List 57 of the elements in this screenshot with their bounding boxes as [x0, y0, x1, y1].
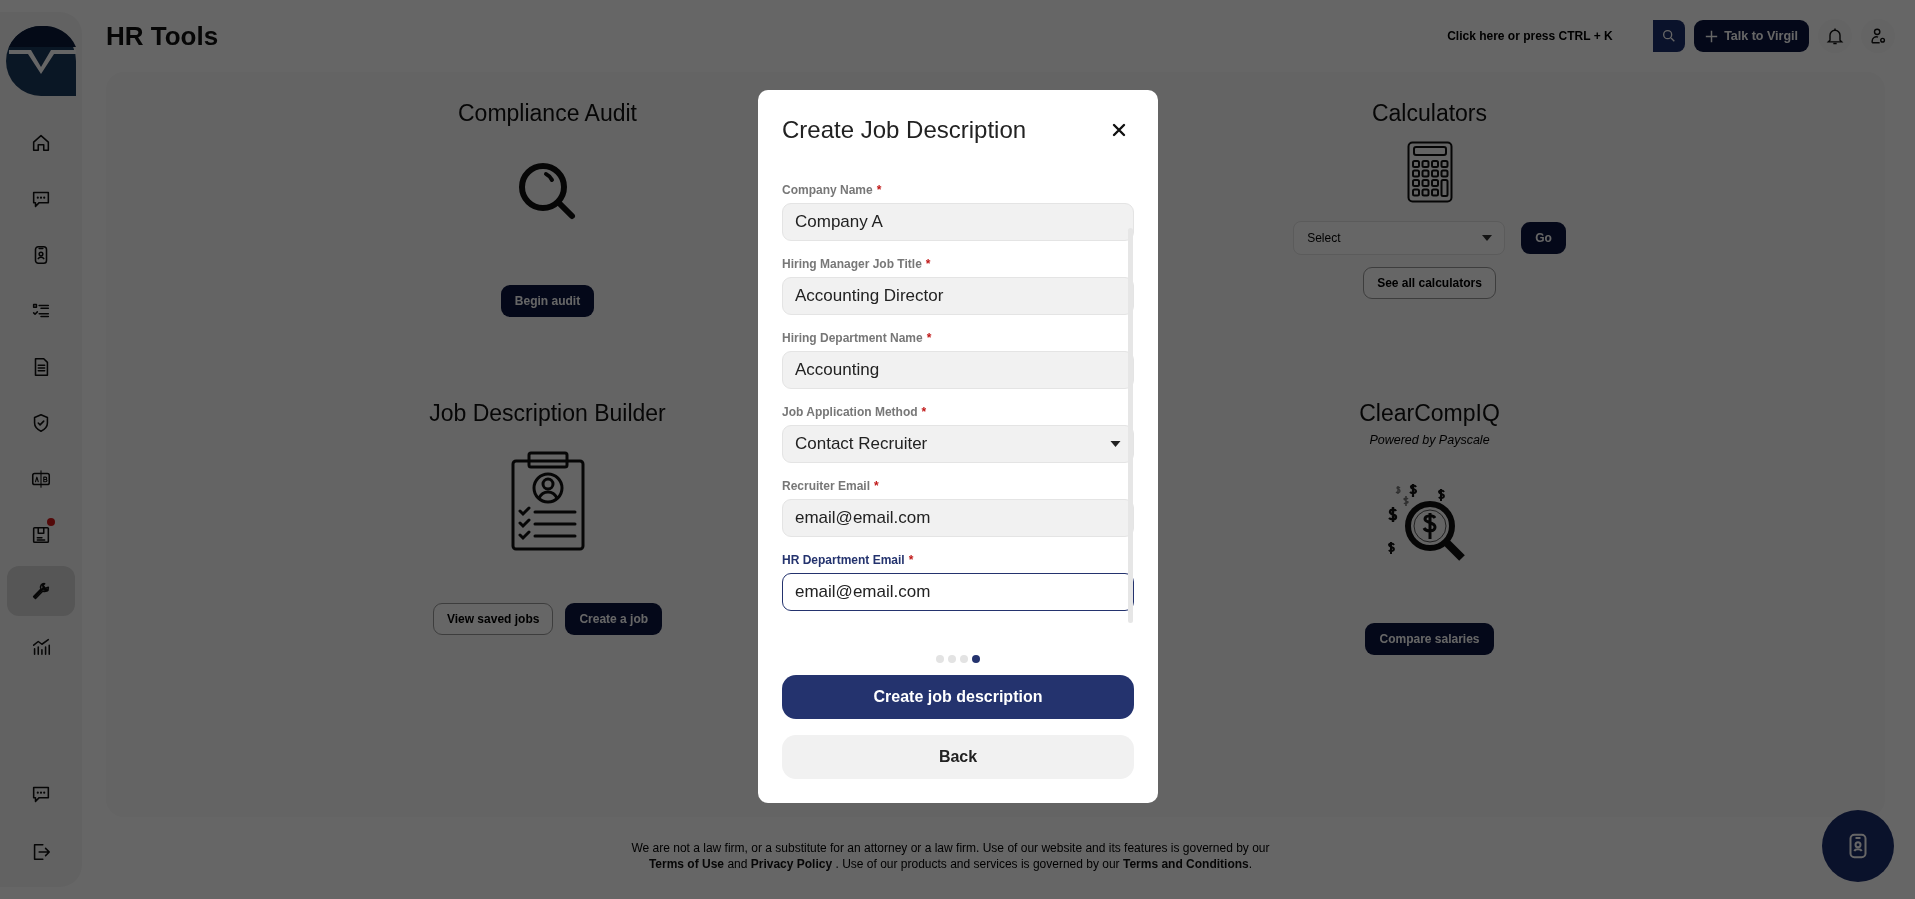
chart-icon [30, 636, 52, 658]
field-label: Company Name * [782, 183, 883, 197]
disclaimer-text: We are not a law firm, or a substitute for an attorney or a law firm. Use of our website and its features is governed by our [631, 841, 1270, 855]
page-title: HR Tools [106, 20, 219, 52]
bell-icon [1825, 26, 1845, 46]
calculator-icon [1406, 141, 1453, 203]
select-field[interactable]: Contact Recruiter [782, 425, 1134, 463]
required-mark: * [925, 257, 931, 271]
input-field[interactable]: email@email.com [782, 499, 1134, 537]
input-field[interactable]: Accounting [782, 351, 1134, 389]
field-label: Job Application Method * [782, 405, 928, 419]
input-field[interactable]: Accounting Director [782, 277, 1134, 315]
plus-icon [1705, 29, 1719, 43]
home-icon [30, 132, 52, 154]
card-title: ClearCompIQ [1359, 400, 1500, 427]
card-title: Calculators [1371, 100, 1487, 127]
search-button[interactable] [1653, 20, 1686, 52]
clipboard-icon [510, 451, 585, 551]
required-mark: * [874, 479, 879, 493]
logo-icon [6, 26, 76, 96]
required-mark: * [926, 331, 932, 345]
wrench-icon [30, 580, 52, 602]
talk-button[interactable]: Talk to Virgil [1694, 20, 1809, 52]
footer-link[interactable]: Terms of Use [648, 857, 725, 871]
caret-icon [1482, 235, 1493, 241]
compare-icon [30, 468, 52, 490]
required-mark: * [876, 183, 882, 197]
card-subtitle: Powered by Payscale [1369, 433, 1490, 447]
go-button[interactable]: Go [1521, 222, 1566, 254]
field-label: HR Department Email * [782, 553, 915, 567]
card-title: Job Description Builder [429, 400, 666, 427]
footer-link[interactable]: Privacy Policy [750, 857, 833, 871]
calculator-select[interactable]: Select [1293, 221, 1506, 255]
card-button[interactable]: Begin audit [500, 285, 595, 317]
field-label: Hiring Manager Job Title * [782, 257, 932, 271]
input-field[interactable]: Company A [782, 203, 1134, 241]
card-button[interactable]: See all calculators [1363, 267, 1496, 299]
sidebar-item[interactable] [7, 566, 75, 616]
create-button[interactable]: Create job description [782, 675, 1134, 719]
card-button[interactable]: Create a job [565, 603, 663, 635]
field-label: Recruiter Email * [782, 479, 880, 493]
input-field[interactable]: email@email.com [782, 573, 1134, 611]
disclaimer-text: Terms of Use and Privacy Policy . Use of our products and services is governed by our Terms and Conditions. [648, 857, 1253, 871]
required-mark: * [908, 553, 914, 567]
field-label: Hiring Department Name * [782, 331, 933, 345]
footer-link[interactable]: Terms and Conditions [1122, 857, 1249, 871]
card-button[interactable]: Compare salaries [1365, 623, 1494, 655]
required-mark: * [921, 405, 927, 419]
card-title: Compliance Audit [458, 100, 637, 127]
close-icon [1112, 123, 1126, 137]
modal-title: Create Job Description [782, 116, 1027, 144]
caret-icon [1110, 441, 1121, 447]
card-button[interactable]: View saved jobs [432, 603, 554, 635]
user-settings-icon [1868, 26, 1888, 46]
save-icon [30, 524, 52, 546]
notification-dot [47, 518, 55, 526]
back-button[interactable]: Back [782, 735, 1134, 779]
